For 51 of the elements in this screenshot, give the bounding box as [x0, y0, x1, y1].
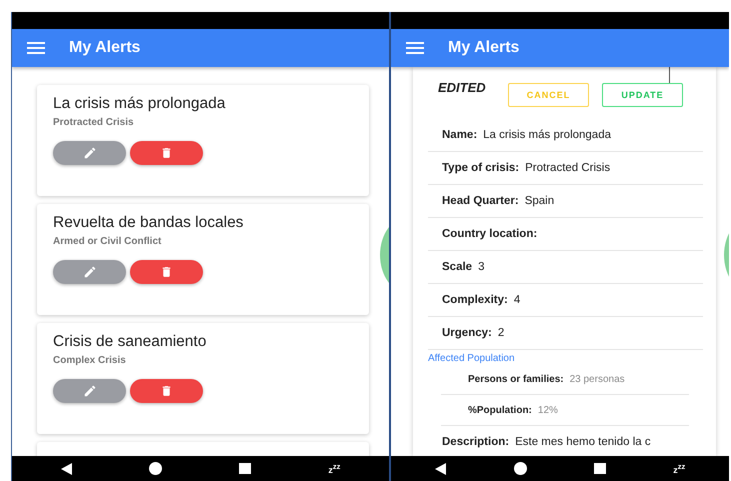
field-label: Scale: [442, 261, 472, 273]
crisis-type: Protracted Crisis: [53, 117, 135, 128]
field-label: Complexity:: [442, 294, 508, 306]
back-icon[interactable]: [60, 462, 73, 474]
field-label: Description:: [442, 436, 510, 448]
field-value: Protracted Crisis: [525, 162, 610, 174]
back-icon[interactable]: [434, 462, 447, 474]
crisis-type: Armed or Civil Conflict: [53, 236, 162, 247]
field-label: %Population:: [468, 404, 532, 416]
sleep-label[interactable]: z$^{zz}$: [673, 462, 686, 475]
field-label: Type of crisis:: [442, 162, 520, 174]
pencil-icon: [82, 146, 96, 160]
sleep-label[interactable]: z$^{zz}$: [328, 462, 340, 475]
trash-icon: [160, 384, 173, 398]
field-value: Este mes hemo tenido la c: [515, 436, 651, 448]
alert-title: Crisis de saneamiento: [53, 333, 208, 351]
delete-button[interactable]: [130, 141, 203, 165]
section-title: Affected Population: [428, 352, 516, 364]
recents-icon[interactable]: [594, 463, 606, 474]
home-icon[interactable]: [514, 462, 527, 475]
edit-button[interactable]: [53, 379, 126, 403]
menu-icon[interactable]: [27, 42, 45, 54]
delete-button[interactable]: [130, 379, 203, 403]
edit-status: EDITED: [438, 80, 487, 95]
field-value: 4: [514, 294, 520, 306]
edit-button[interactable]: [53, 141, 126, 165]
field-value: 3: [478, 261, 484, 273]
trash-icon: [160, 265, 173, 279]
trash-icon: [160, 146, 173, 160]
delete-button[interactable]: [130, 260, 203, 284]
field-value: 12%: [538, 404, 558, 416]
field-value: Spain: [524, 195, 554, 207]
recents-icon[interactable]: [239, 463, 252, 474]
field-label: Country location:: [442, 228, 538, 240]
crisis-type: Complex Crisis: [53, 355, 127, 366]
pencil-icon: [82, 384, 96, 398]
menu-icon[interactable]: [406, 42, 424, 54]
field-label: Name:: [442, 129, 478, 141]
pencil-icon: [82, 265, 96, 279]
home-icon[interactable]: [149, 462, 162, 475]
field-value: 23 personas: [570, 374, 625, 384]
field-label: Persons or families:: [468, 374, 564, 384]
edit-button[interactable]: [53, 260, 126, 284]
alert-title: Revuelta de bandas locales: [53, 214, 244, 232]
field-value: 2: [498, 327, 504, 339]
app-title: My Alerts: [448, 39, 520, 57]
alert-title: La crisis más prolongada: [53, 95, 226, 113]
field-label: Urgency:: [442, 327, 492, 339]
field-label: Head Quarter:: [442, 195, 519, 207]
field-value: La crisis más prolongada: [483, 129, 611, 141]
app-title: My Alerts: [69, 39, 140, 57]
